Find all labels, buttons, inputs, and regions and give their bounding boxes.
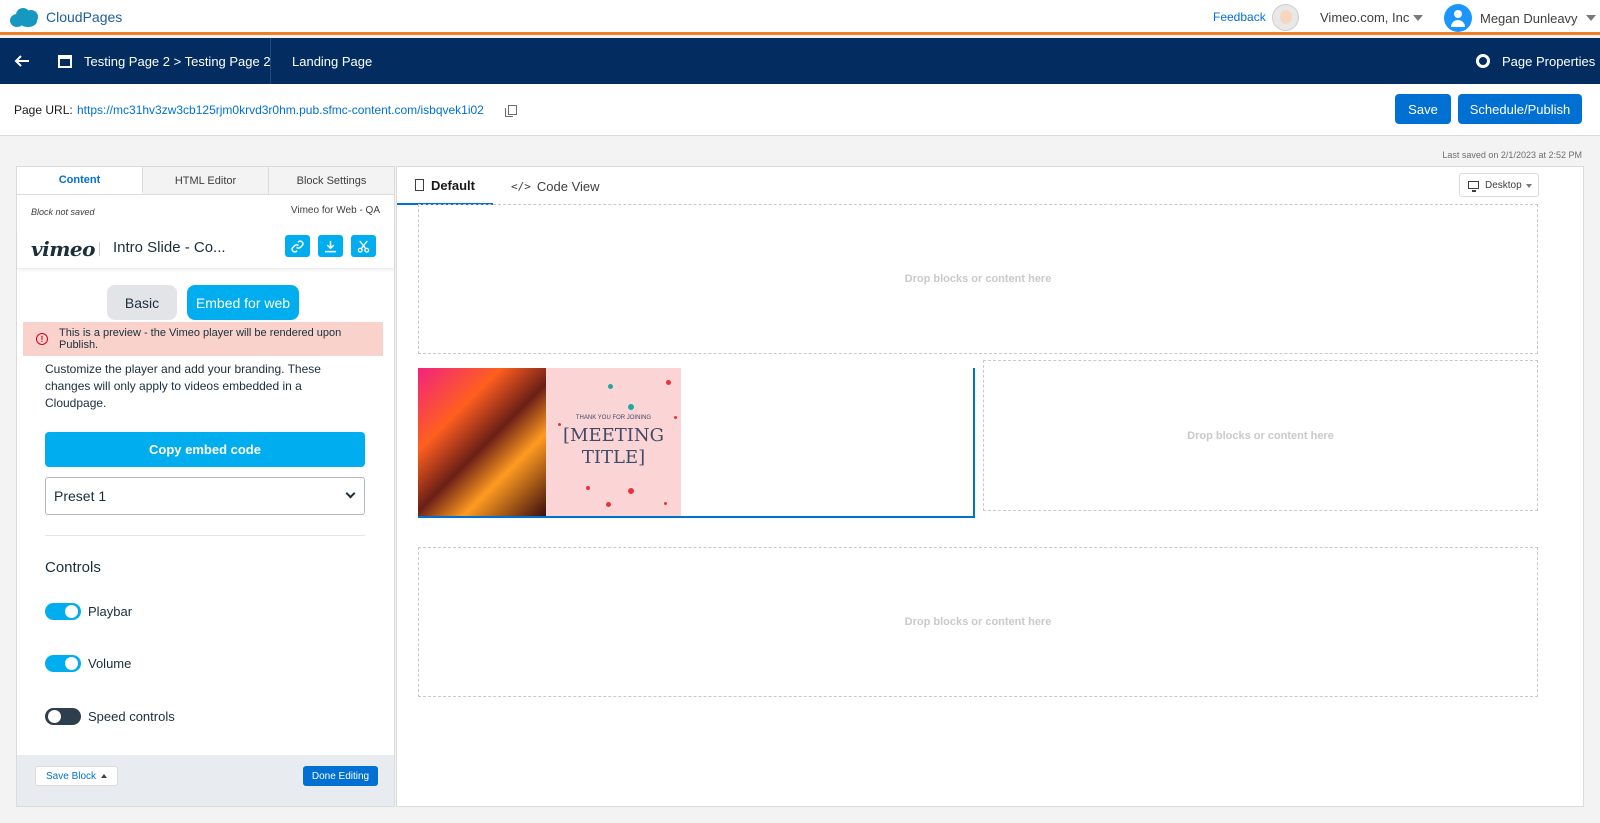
content-panel: Content HTML Editor Block Settings Block… (16, 166, 395, 807)
thumbnail-card: THANK YOU FOR JOINING [MEETING TITLE] (546, 368, 681, 516)
app-name: CloudPages (46, 9, 123, 25)
drop-zone[interactable]: Drop blocks or content here (418, 547, 1538, 697)
desktop-icon (1468, 181, 1479, 192)
header-divider (99, 242, 100, 256)
chevron-up-icon (101, 774, 108, 778)
tab-content[interactable]: Content (17, 167, 143, 194)
device-preview-select[interactable]: Desktop (1459, 173, 1539, 197)
playbar-toggle-row: Playbar (45, 603, 132, 620)
tab-html-editor[interactable]: HTML Editor (143, 167, 269, 194)
tab-code-view-label: Code View (536, 178, 600, 194)
page-type-label: Landing Page (292, 53, 373, 69)
chevron-down-icon (1526, 184, 1532, 188)
download-icon (324, 240, 337, 252)
org-name: Vimeo.com, Inc (1320, 10, 1410, 25)
code-icon: </> (511, 179, 531, 193)
preset-select[interactable]: Preset 1 (45, 477, 365, 515)
preset-value: Preset 1 (54, 488, 107, 504)
panel-footer: Save Block Done Editing (17, 755, 394, 806)
feedback-link[interactable]: Feedback (1213, 10, 1266, 24)
org-switcher[interactable]: Vimeo.com, Inc (1320, 10, 1424, 25)
editor-navbar: Testing Page 2 > Testing Page 2 Landing … (0, 38, 1600, 84)
page-url-label: Page URL: (14, 103, 73, 117)
alert-text: This is a preview - the Vimeo player wil… (58, 327, 342, 351)
schedule-publish-button[interactable]: Schedule/Publish (1458, 94, 1582, 124)
save-block-label: Save Block (46, 770, 97, 782)
page-url-bar: Page URL: https://mc31hv3zw3cb125rjm0krv… (0, 84, 1600, 136)
section-divider (45, 535, 365, 536)
basic-tab-button[interactable]: Basic (107, 285, 177, 320)
volume-toggle[interactable] (45, 655, 81, 672)
salesforce-cloud-icon (10, 6, 40, 28)
video-title: Intro Slide - Co... (113, 239, 226, 256)
einstein-avatar-icon[interactable] (1272, 4, 1299, 31)
link-icon (291, 239, 304, 253)
layout-icon (415, 179, 424, 191)
tab-default[interactable]: Default (397, 167, 493, 205)
page-icon (58, 54, 72, 68)
tab-default-label: Default (430, 177, 475, 193)
controls-heading: Controls (45, 559, 101, 576)
device-label: Desktop (1485, 179, 1522, 191)
drop-zone[interactable]: Drop blocks or content here (983, 360, 1538, 511)
thumbnail-subtitle: THANK YOU FOR JOINING (575, 415, 652, 421)
breadcrumb[interactable]: Testing Page 2 > Testing Page 2 (58, 38, 271, 84)
video-thumbnail: THANK YOU FOR JOINING [MEETING TITLE] (418, 368, 681, 516)
canvas-view-tabs: Default </> Code View (397, 167, 618, 205)
page-properties-button[interactable]: Page Properties (1476, 38, 1595, 84)
playbar-toggle[interactable] (45, 603, 81, 620)
download-button[interactable] (318, 235, 343, 257)
done-editing-button[interactable]: Done Editing (303, 766, 378, 786)
trim-button[interactable] (351, 235, 376, 257)
tab-code-view[interactable]: </> Code View (493, 167, 618, 205)
alert-icon: ! (36, 333, 48, 345)
gear-icon (1476, 54, 1490, 68)
chevron-down-icon (1413, 14, 1424, 21)
chevron-down-icon (345, 488, 356, 499)
back-arrow-icon[interactable] (14, 53, 30, 69)
drop-zone[interactable]: Drop blocks or content here (418, 204, 1538, 354)
toggle-label: Playbar (88, 604, 133, 619)
volume-toggle-row: Volume (45, 655, 131, 672)
vimeo-logo: vimeo (31, 237, 95, 261)
preview-alert: ! This is a preview - the Vimeo player w… (23, 322, 383, 356)
thumbnail-title: [MEETING TITLE] (563, 425, 664, 468)
copy-embed-code-button[interactable]: Copy embed code (45, 432, 365, 467)
thumbnail-gradient (418, 368, 546, 516)
page-url-link[interactable]: https://mc31hv3zw3cb125rjm0krvd3r0hm.pub… (77, 103, 484, 117)
embed-for-web-button[interactable]: Embed for web (187, 285, 299, 320)
block-status: Block not saved (31, 207, 95, 217)
tab-block-settings[interactable]: Block Settings (269, 167, 394, 194)
app-logo[interactable]: CloudPages (10, 6, 122, 28)
link-button[interactable] (285, 235, 310, 257)
speed-controls-toggle-row: Speed controls (45, 708, 175, 725)
toggle-label: Volume (88, 656, 132, 671)
scissors-icon (357, 240, 370, 253)
vimeo-block-header: vimeo Intro Slide - Co... (17, 227, 394, 269)
breadcrumb-text: Testing Page 2 > Testing Page 2 (84, 53, 271, 69)
chevron-down-icon (1585, 15, 1596, 21)
speed-controls-toggle[interactable] (45, 708, 81, 725)
block-source: Vimeo for Web - QA (290, 205, 380, 216)
global-header: CloudPages Feedback Vimeo.com, Inc Megan… (0, 0, 1600, 35)
save-button[interactable]: Save (1395, 94, 1451, 124)
panel-tabs: Content HTML Editor Block Settings (17, 167, 394, 195)
page-canvas: Default </> Code View Desktop Drop block… (396, 166, 1584, 807)
user-menu[interactable]: Megan Dunleavy (1444, 4, 1596, 32)
save-block-button[interactable]: Save Block (35, 766, 119, 786)
last-saved-text: Last saved on 2/1/2023 at 2:52 PM (1442, 150, 1582, 160)
vimeo-content-block[interactable]: THANK YOU FOR JOINING [MEETING TITLE] (418, 368, 975, 518)
page-properties-label: Page Properties (1502, 53, 1596, 69)
toggle-label: Speed controls (88, 709, 175, 724)
copy-icon[interactable] (505, 105, 517, 117)
user-avatar-icon (1444, 4, 1472, 32)
customize-description: Customize the player and add your brandi… (45, 362, 321, 410)
nav-divider (270, 38, 271, 84)
user-name: Megan Dunleavy (1480, 10, 1578, 26)
